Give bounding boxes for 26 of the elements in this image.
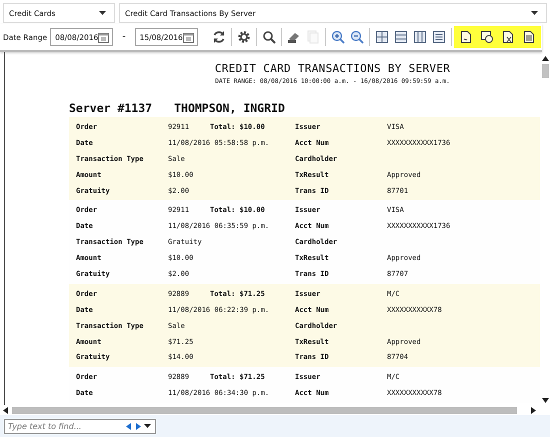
rows-button[interactable] xyxy=(392,28,409,46)
scroll-left-arrow-icon[interactable] xyxy=(3,406,8,414)
scroll-right-arrow-icon[interactable] xyxy=(531,406,536,414)
find-box[interactable]: Type text to find... xyxy=(4,418,156,434)
previous-arrow-icon[interactable] xyxy=(126,422,132,430)
date-separator: - xyxy=(122,32,126,42)
server-name: THOMPSON, INGRID xyxy=(174,101,285,115)
caret-icon[interactable] xyxy=(144,424,151,428)
scroll-thumb[interactable] xyxy=(12,406,517,414)
web-button[interactable] xyxy=(478,28,495,46)
lines-button[interactable] xyxy=(430,28,447,46)
grid-button[interactable] xyxy=(374,28,390,46)
scroll-down-arrow-icon[interactable] xyxy=(542,398,548,403)
scroll-up-arrow-icon[interactable] xyxy=(542,56,548,61)
report-title: CREDIT CARD TRANSACTIONS BY SERVER xyxy=(214,62,452,75)
caret-icon xyxy=(531,11,538,15)
columns-button[interactable] xyxy=(412,28,428,46)
calendar-icon xyxy=(182,32,194,42)
caret-icon xyxy=(99,11,106,15)
scroll-thumb[interactable] xyxy=(542,64,548,78)
next-arrow-icon[interactable] xyxy=(135,422,141,430)
find-button[interactable] xyxy=(260,28,277,46)
zoom-in-button[interactable] xyxy=(330,28,346,46)
zoom-out-button[interactable] xyxy=(348,28,365,46)
server-number: Server #1137 xyxy=(69,101,152,115)
calendar-icon xyxy=(98,32,110,42)
